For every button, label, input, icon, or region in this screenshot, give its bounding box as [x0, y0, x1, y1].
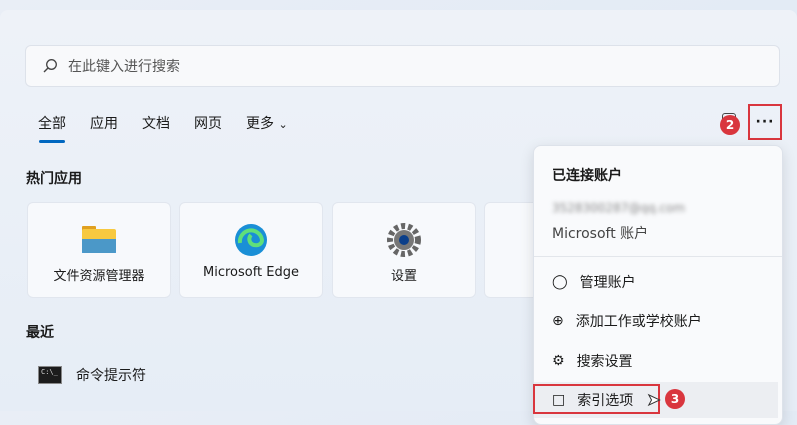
divider: [534, 256, 782, 257]
recent-item-cmd[interactable]: C:\_ 命令提示符: [38, 365, 146, 385]
account-menu: 已连接账户 3528300287@qq.com Microsoft 账户 ◯ 管理…: [533, 145, 783, 425]
settings-gear-icon: [333, 223, 475, 257]
menu-item-search-settings[interactable]: ⚙ 搜索设置: [534, 343, 778, 379]
tab-apps[interactable]: 应用: [90, 113, 118, 133]
app-label: 设置: [390, 269, 417, 284]
add-person-icon: ⊕: [552, 313, 564, 329]
search-input[interactable]: 在此键入进行搜索: [25, 45, 780, 87]
menu-item-label: 管理账户: [579, 275, 636, 291]
tab-all[interactable]: 全部: [38, 113, 66, 143]
account-type: Microsoft 账户: [552, 226, 649, 242]
gear-icon: ⚙: [552, 353, 565, 369]
annotation-badge-3: 3: [665, 389, 685, 409]
app-card-settings[interactable]: 设置: [332, 202, 476, 298]
menu-item-manage-accounts[interactable]: ◯ 管理账户: [534, 264, 778, 300]
tab-documents[interactable]: 文档: [142, 113, 170, 133]
people-icon: ◯: [552, 274, 568, 290]
account-email: 3528300287@qq.com: [552, 201, 686, 215]
menu-item-label: 添加工作或学校账户: [575, 314, 702, 330]
cmd-icon: C:\_: [38, 366, 62, 384]
app-label: Microsoft Edge: [202, 265, 299, 280]
chevron-down-icon: ⌄: [278, 118, 288, 131]
app-card-edge[interactable]: Microsoft Edge: [179, 202, 323, 298]
app-card-file-explorer[interactable]: 文件资源管理器: [27, 202, 171, 298]
connected-accounts-title: 已连接账户: [552, 168, 622, 184]
recent-heading: 最近: [26, 325, 54, 341]
annotation-highlight-indexing: [533, 384, 660, 414]
top-apps-heading: 热门应用: [26, 171, 82, 187]
mouse-cursor-icon: ➤: [646, 390, 661, 410]
annotation-badge-2: 2: [720, 115, 740, 135]
search-placeholder: 在此键入进行搜索: [68, 59, 180, 75]
menu-item-add-work-account[interactable]: ⊕ 添加工作或学校账户: [534, 303, 778, 339]
search-icon: [42, 58, 60, 74]
annotation-highlight-more: [748, 104, 782, 140]
tab-more[interactable]: 更多 ⌄: [246, 113, 288, 133]
menu-item-label: 搜索设置: [576, 354, 633, 370]
folder-icon: [28, 223, 170, 257]
filter-tabs: 全部 应用 文档 网页 更多 ⌄: [38, 113, 288, 143]
recent-item-label: 命令提示符: [76, 368, 146, 384]
tab-web[interactable]: 网页: [194, 113, 222, 133]
app-label: 文件资源管理器: [53, 269, 145, 284]
tab-more-label: 更多: [246, 116, 274, 132]
edge-icon: [180, 223, 322, 257]
